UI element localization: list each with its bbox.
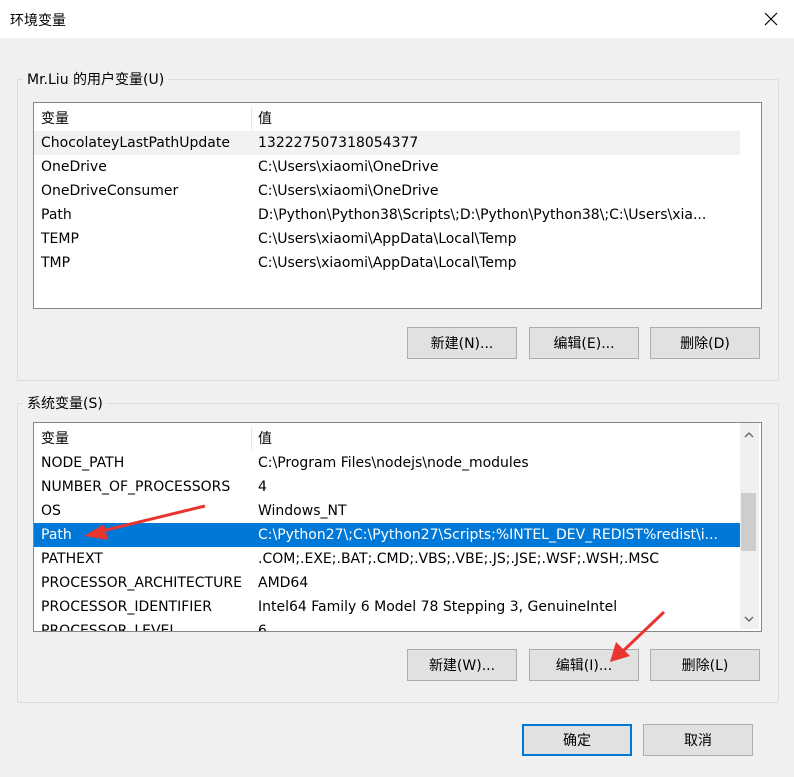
title-bar: 环境变量	[0, 0, 794, 38]
scroll-down-button[interactable]	[740, 610, 757, 627]
cancel-button[interactable]: 取消	[643, 724, 753, 756]
chevron-down-icon	[744, 616, 753, 622]
variable-name-cell: PROCESSOR_ARCHITECTURE	[41, 575, 242, 591]
variable-value-cell: D:\Python\Python38\Scripts\;D:\Python\Py…	[258, 207, 707, 223]
column-header-value[interactable]: 值	[258, 427, 736, 451]
variable-name-cell: TEMP	[41, 231, 79, 247]
variable-value-cell: C:\Users\xiaomi\AppData\Local\Temp	[258, 255, 517, 271]
variable-name-cell: Path	[41, 207, 72, 223]
table-row[interactable]: Path D:\Python\Python38\Scripts\;D:\Pytho…	[34, 203, 740, 227]
variable-name-cell: OneDrive	[41, 159, 107, 175]
column-divider[interactable]	[251, 107, 252, 131]
system-vars-header: 变量 值	[34, 427, 740, 451]
table-row[interactable]: PATHEXT .COM;.EXE;.BAT;.CMD;.VBS;.VBE;.JS…	[34, 547, 740, 571]
variable-value-cell: .COM;.EXE;.BAT;.CMD;.VBS;.VBE;.JS;.JSE;.…	[258, 551, 660, 567]
user-delete-button[interactable]: 删除(D)	[650, 327, 760, 359]
user-vars-header: 变量 值	[34, 107, 761, 131]
chevron-up-icon	[744, 431, 753, 437]
column-header-variable[interactable]: 变量	[41, 427, 251, 451]
variable-value-cell: C:\Users\xiaomi\OneDrive	[258, 183, 439, 199]
table-row[interactable]: OS Windows_NT	[34, 499, 740, 523]
table-row[interactable]: PROCESSOR_IDENTIFIER Intel64 Family 6 Mod…	[34, 595, 740, 619]
variable-value-cell: C:\Program Files\nodejs\node_modules	[258, 455, 529, 471]
table-row[interactable]: PROCESSOR_LEVEL 6	[34, 619, 740, 632]
window-title: 环境变量	[10, 13, 66, 29]
user-new-button[interactable]: 新建(N)...	[407, 327, 517, 359]
user-vars-group-label: Mr.Liu 的用户变量(U)	[23, 69, 169, 89]
variable-value-cell: Intel64 Family 6 Model 78 Stepping 3, Ge…	[258, 599, 618, 615]
system-vars-scrollbar[interactable]	[740, 423, 759, 629]
system-delete-button[interactable]: 删除(L)	[650, 649, 760, 681]
system-vars-list[interactable]: 变量 值 NODE_PATH C:\Program Files\nodejs\no…	[33, 422, 762, 632]
system-new-button[interactable]: 新建(W)...	[407, 649, 517, 681]
variable-name-cell: PROCESSOR_LEVEL	[41, 623, 178, 632]
table-row[interactable]: TMP C:\Users\xiaomi\AppData\Local\Temp	[34, 251, 740, 275]
system-vars-group-label: 系统变量(S)	[23, 393, 107, 413]
variable-name-cell: OS	[41, 503, 61, 519]
column-header-variable[interactable]: 变量	[41, 107, 251, 131]
table-row[interactable]: TEMP C:\Users\xiaomi\AppData\Local\Temp	[34, 227, 740, 251]
variable-value-cell: 4	[258, 479, 267, 495]
variable-value-cell: C:\Users\xiaomi\AppData\Local\Temp	[258, 231, 517, 247]
table-row[interactable]: Path C:\Python27\;C:\Python27\Scripts;%IN…	[34, 523, 740, 547]
variable-name-cell: NUMBER_OF_PROCESSORS	[41, 479, 231, 495]
ok-button[interactable]: 确定	[522, 724, 632, 756]
table-row[interactable]: PROCESSOR_ARCHITECTURE AMD64	[34, 571, 740, 595]
close-icon	[764, 12, 778, 26]
variable-value-cell: C:\Python27\;C:\Python27\Scripts;%INTEL_…	[258, 527, 718, 543]
variable-name-cell: OneDriveConsumer	[41, 183, 179, 199]
column-divider[interactable]	[251, 427, 252, 451]
variable-name-cell: TMP	[41, 255, 71, 271]
variable-value-cell: Windows_NT	[258, 503, 347, 519]
table-row[interactable]: ChocolateyLastPathUpdate 1322275073180543…	[34, 131, 740, 155]
table-row[interactable]: NODE_PATH C:\Program Files\nodejs\node_mo…	[34, 451, 740, 475]
table-row[interactable]: OneDriveConsumer C:\Users\xiaomi\OneDrive	[34, 179, 740, 203]
variable-value-cell: AMD64	[258, 575, 309, 591]
variable-name-cell: Path	[41, 527, 72, 543]
variable-name-cell: ChocolateyLastPathUpdate	[41, 135, 230, 151]
user-vars-list[interactable]: 变量 值 ChocolateyLastPathUpdate 13222750731…	[33, 102, 762, 309]
variable-value-cell: C:\Users\xiaomi\OneDrive	[258, 159, 439, 175]
table-row[interactable]: OneDrive C:\Users\xiaomi\OneDrive	[34, 155, 740, 179]
scroll-up-button[interactable]	[740, 426, 757, 443]
user-edit-button[interactable]: 编辑(E)...	[529, 327, 639, 359]
variable-name-cell: PATHEXT	[41, 551, 103, 567]
scroll-thumb[interactable]	[741, 493, 756, 551]
system-edit-button[interactable]: 编辑(I)...	[529, 649, 639, 681]
column-header-value[interactable]: 值	[258, 107, 736, 131]
variable-name-cell: NODE_PATH	[41, 455, 125, 471]
variable-value-cell: 132227507318054377	[258, 135, 419, 151]
variable-value-cell: 6	[258, 623, 267, 632]
variable-name-cell: PROCESSOR_IDENTIFIER	[41, 599, 212, 615]
table-row[interactable]: NUMBER_OF_PROCESSORS 4	[34, 475, 740, 499]
close-button[interactable]	[748, 0, 794, 38]
